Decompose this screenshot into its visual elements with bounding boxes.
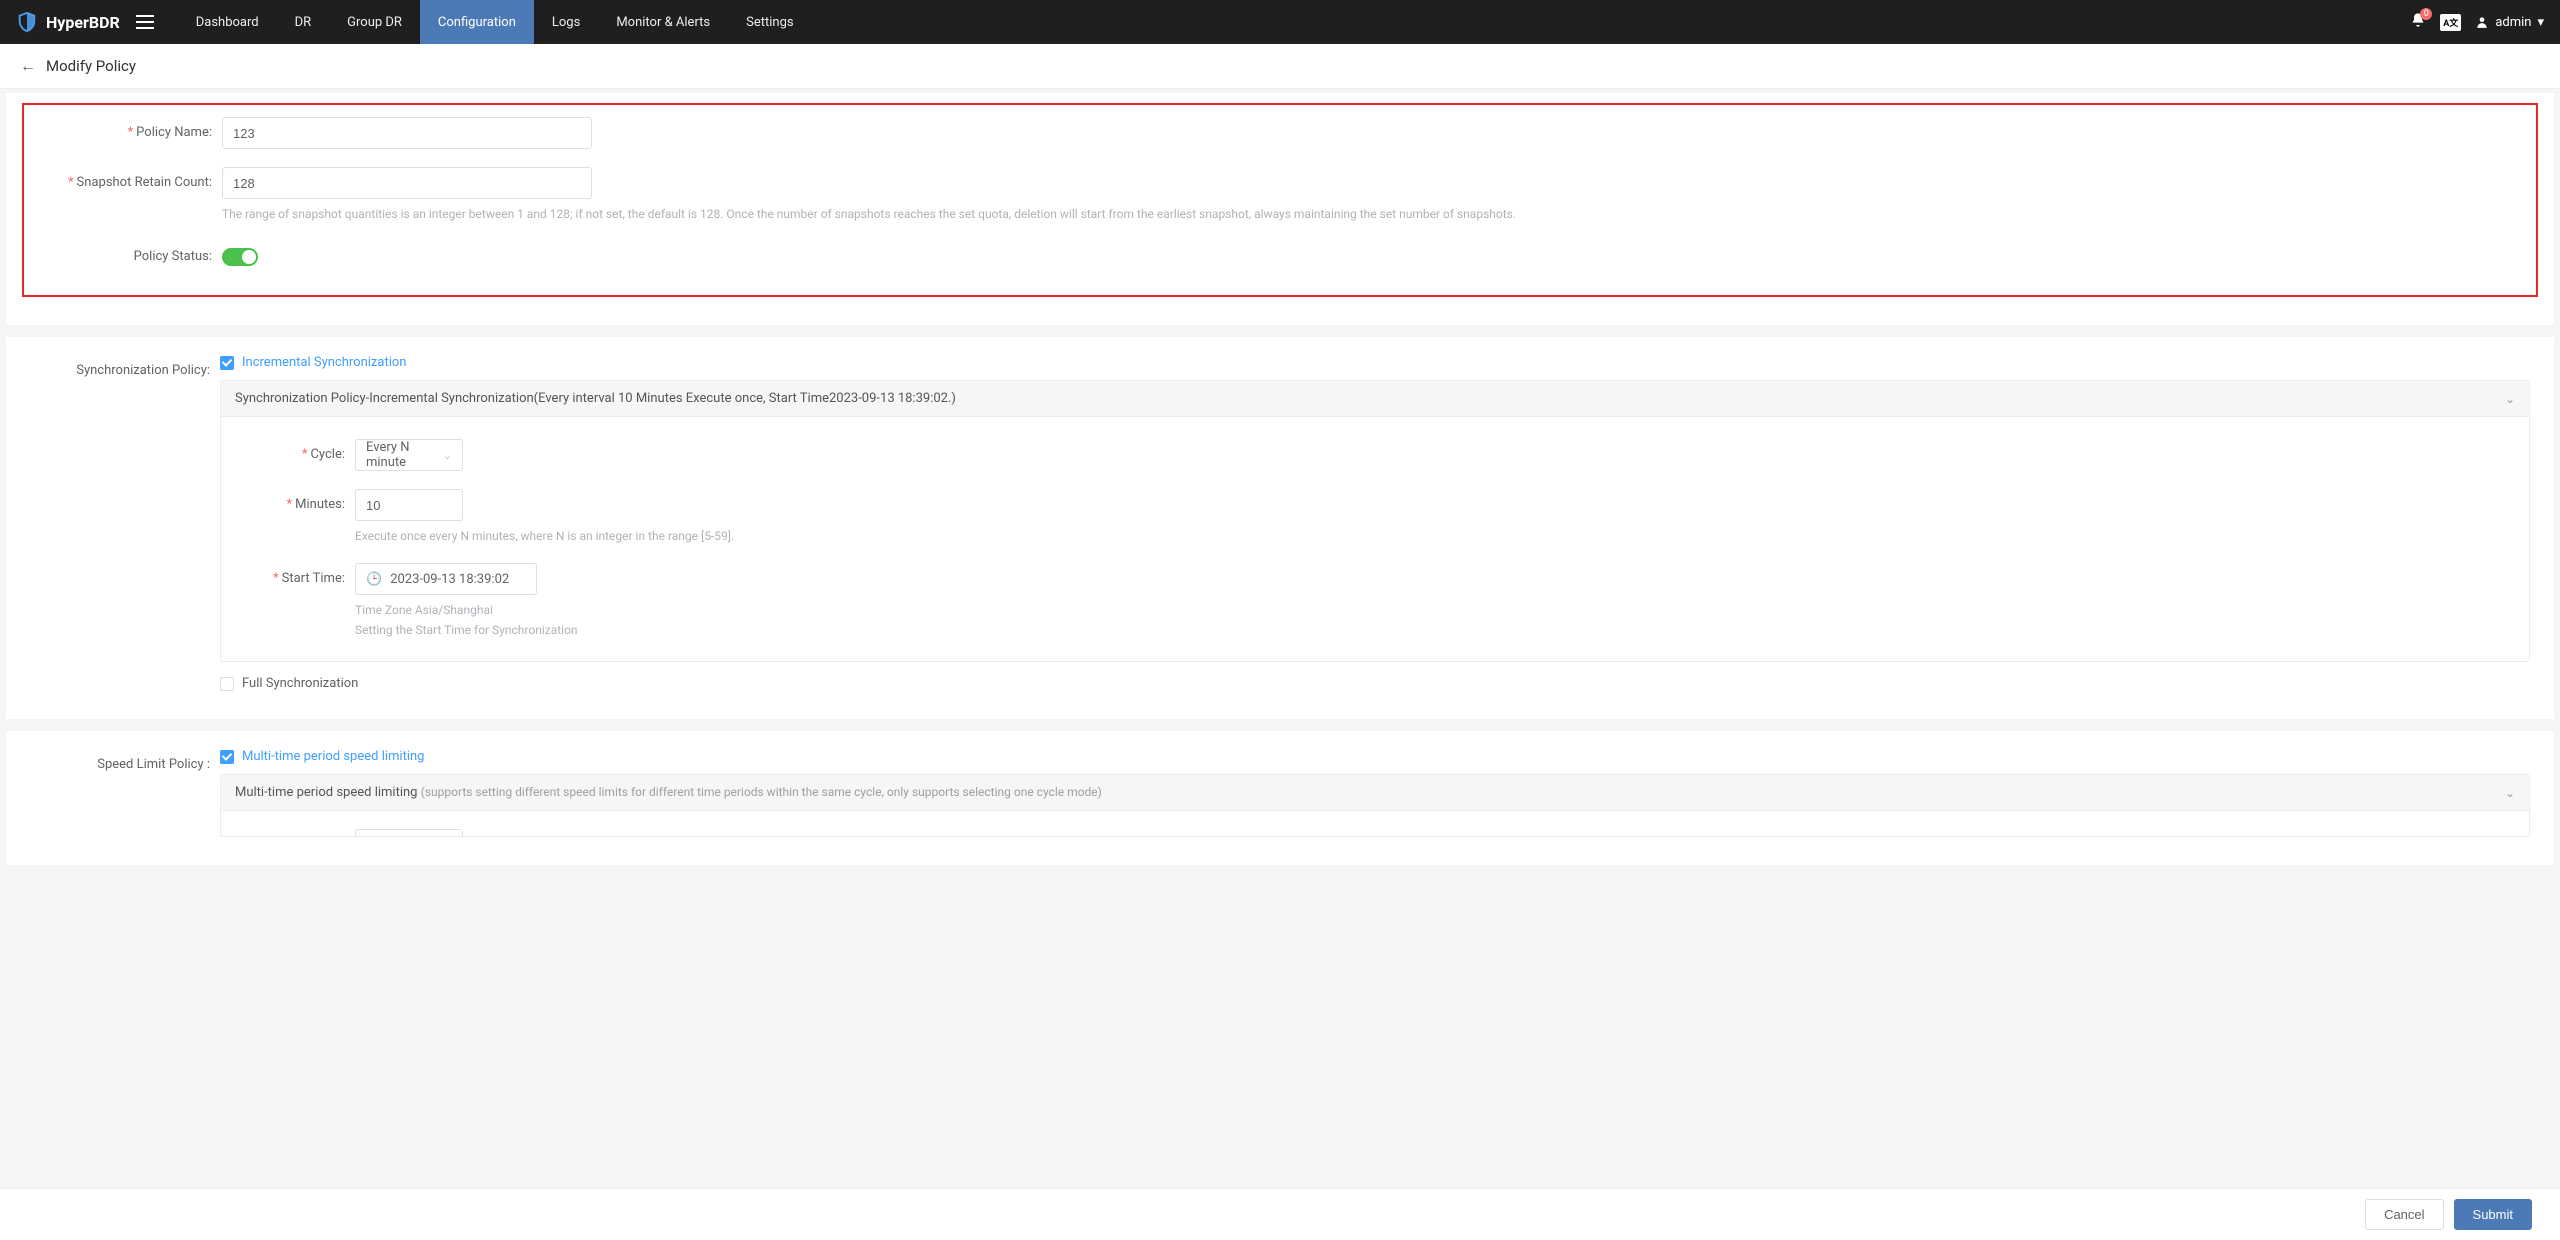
snapshot-retain-label: *Snapshot Retain Count: <box>32 167 222 199</box>
notification-count-badge: 0 <box>2420 8 2432 20</box>
incremental-sync-checkbox[interactable] <box>220 356 234 370</box>
minutes-hint: Execute once every N minutes, where N is… <box>355 527 2505 545</box>
multi-period-option[interactable]: Multi-time period speed limiting <box>220 749 2530 764</box>
caret-down-icon: ▾ <box>2537 15 2544 30</box>
minutes-row: *Minutes: Execute once every N minutes, … <box>245 489 2505 545</box>
nav-settings[interactable]: Settings <box>728 0 811 44</box>
nav-items: Dashboard DR Group DR Configuration Logs… <box>178 0 812 44</box>
clock-icon: 🕒 <box>366 572 382 587</box>
nav-configuration[interactable]: Configuration <box>420 0 534 44</box>
policy-name-label: *Policy Name: <box>32 117 222 149</box>
start-time-hint: Setting the Start Time for Synchronizati… <box>355 621 2505 639</box>
incremental-collapse-title: Synchronization Policy-Incremental Synch… <box>235 391 956 406</box>
chevron-down-icon: ⌄ <box>2505 786 2515 800</box>
speed-limit-row: Speed Limit Policy : Multi-time period s… <box>30 749 2530 837</box>
policy-status-toggle[interactable] <box>222 248 258 266</box>
speed-collapse-title: Multi-time period speed limiting (suppor… <box>235 785 1102 800</box>
nav-right: 0 A文 admin ▾ <box>2410 12 2544 32</box>
incremental-sync-option[interactable]: Incremental Synchronization <box>220 355 2530 370</box>
back-arrow-icon[interactable]: ← <box>20 56 36 76</box>
nav-logs[interactable]: Logs <box>534 0 598 44</box>
speed-limit-panel: Speed Limit Policy : Multi-time period s… <box>6 731 2554 865</box>
user-menu[interactable]: admin ▾ <box>2475 15 2544 30</box>
breadcrumb: ← Modify Policy <box>0 44 2560 89</box>
page-content: *Policy Name: *Snapshot Retain Count: Th… <box>0 89 2560 957</box>
brand-name: HyperBDR <box>46 13 120 32</box>
sync-policy-panel: Synchronization Policy: Incremental Sync… <box>6 337 2554 719</box>
top-navigation: HyperBDR Dashboard DR Group DR Configura… <box>0 0 2560 44</box>
snapshot-retain-hint: The range of snapshot quantities is an i… <box>222 205 2528 223</box>
nav-dashboard[interactable]: Dashboard <box>178 0 277 44</box>
incremental-collapse-body: *Cycle: Every N minute ⌄ *Minutes: E <box>220 417 2530 662</box>
speed-cycle-row: *Cycle: Every N days ⌄ <box>245 829 2505 837</box>
snapshot-retain-input[interactable] <box>222 167 592 199</box>
cancel-button[interactable]: Cancel <box>2365 1199 2443 1230</box>
start-time-picker[interactable]: 🕒 2023-09-13 18:39:02 <box>355 563 537 595</box>
page-title: Modify Policy <box>46 57 136 75</box>
brand-logo[interactable]: HyperBDR <box>16 11 120 33</box>
full-sync-checkbox[interactable] <box>220 677 234 691</box>
cycle-select[interactable]: Every N minute ⌄ <box>355 439 463 471</box>
user-name: admin <box>2495 15 2531 30</box>
policy-name-row: *Policy Name: <box>32 117 2528 149</box>
footer-actions: Cancel Submit <box>0 1188 2560 1240</box>
speed-cycle-label: *Cycle: <box>245 829 355 837</box>
menu-toggle-icon[interactable] <box>136 15 154 29</box>
start-time-row: *Start Time: 🕒 2023-09-13 18:39:02 Time … <box>245 563 2505 639</box>
minutes-label: *Minutes: <box>245 489 355 521</box>
sync-policy-label: Synchronization Policy: <box>30 355 220 387</box>
speed-collapse-header[interactable]: Multi-time period speed limiting (suppor… <box>220 774 2530 811</box>
submit-button[interactable]: Submit <box>2454 1199 2532 1230</box>
start-time-label: *Start Time: <box>245 563 355 595</box>
incremental-collapse-header[interactable]: Synchronization Policy-Incremental Synch… <box>220 380 2530 417</box>
start-time-value: 2023-09-13 18:39:02 <box>390 572 509 587</box>
policy-status-row: Policy Status: <box>32 241 2528 273</box>
user-icon <box>2475 15 2489 29</box>
policy-status-label: Policy Status: <box>32 241 222 273</box>
notifications-button[interactable]: 0 <box>2410 12 2426 32</box>
chevron-down-icon: ⌄ <box>2505 392 2515 406</box>
timezone-hint: Time Zone Asia/Shanghai <box>355 601 2505 619</box>
chevron-down-icon: ⌄ <box>443 449 452 462</box>
cycle-select-value: Every N minute <box>366 440 443 470</box>
multi-period-checkbox[interactable] <box>220 750 234 764</box>
multi-period-label: Multi-time period speed limiting <box>242 749 424 764</box>
cycle-row: *Cycle: Every N minute ⌄ <box>245 439 2505 471</box>
snapshot-retain-row: *Snapshot Retain Count: The range of sna… <box>32 167 2528 223</box>
speed-limit-label: Speed Limit Policy : <box>30 749 220 781</box>
nav-dr[interactable]: DR <box>277 0 330 44</box>
cycle-label: *Cycle: <box>245 439 355 471</box>
nav-group-dr[interactable]: Group DR <box>329 0 420 44</box>
policy-basics-panel: *Policy Name: *Snapshot Retain Count: Th… <box>6 93 2554 325</box>
sync-policy-row: Synchronization Policy: Incremental Sync… <box>30 355 2530 691</box>
full-sync-option[interactable]: Full Synchronization <box>220 676 2530 691</box>
minutes-input[interactable] <box>355 489 463 521</box>
policy-name-input[interactable] <box>222 117 592 149</box>
full-sync-label: Full Synchronization <box>242 676 358 691</box>
speed-cycle-select[interactable]: Every N days ⌄ <box>355 829 463 837</box>
incremental-sync-label: Incremental Synchronization <box>242 355 406 370</box>
speed-collapse-body: *Cycle: Every N days ⌄ <box>220 811 2530 837</box>
shield-icon <box>16 11 38 33</box>
language-switch[interactable]: A文 <box>2440 14 2461 31</box>
nav-monitor-alerts[interactable]: Monitor & Alerts <box>598 0 728 44</box>
